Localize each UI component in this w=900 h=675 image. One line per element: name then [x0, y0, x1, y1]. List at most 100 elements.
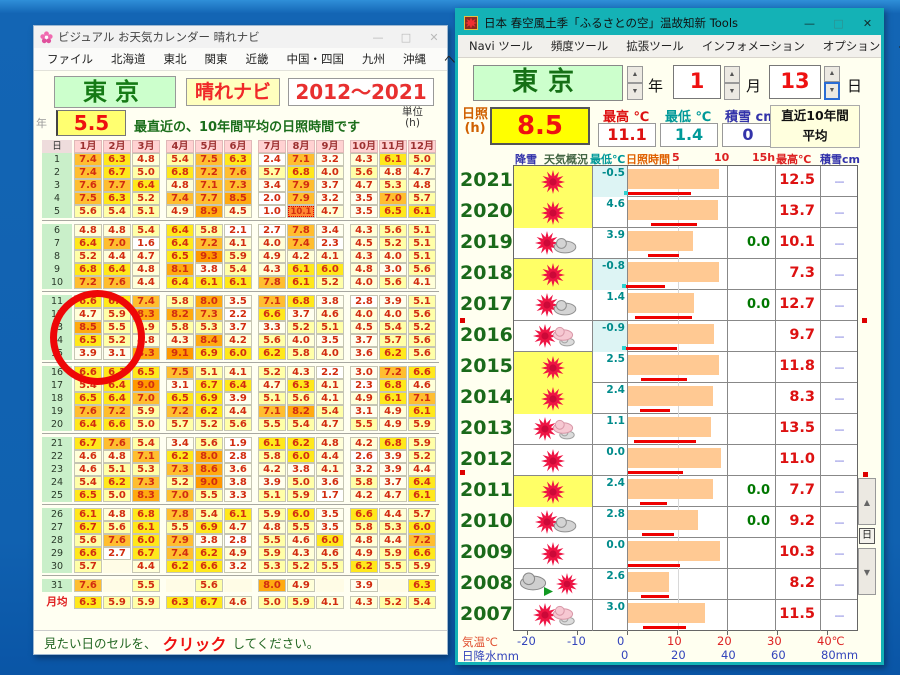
calendar-cell[interactable]: 6.1: [408, 489, 436, 502]
calendar-cell[interactable]: 7.8: [258, 276, 286, 289]
calendar-cell[interactable]: 6.0: [224, 347, 252, 360]
calendar-cell[interactable]: [316, 579, 344, 592]
calendar-cell[interactable]: 7.2: [408, 534, 436, 547]
calendar-cell[interactable]: 4.7: [379, 489, 407, 502]
calendar-cell[interactable]: 8.4: [195, 334, 223, 347]
calendar-cell[interactable]: 5.8: [195, 224, 223, 237]
calendar-cell[interactable]: 6.9: [195, 347, 223, 360]
close-icon[interactable]: ✕: [427, 31, 441, 44]
calendar-cell[interactable]: 7.5: [166, 366, 194, 379]
calendar-cell[interactable]: 6.8: [74, 263, 102, 276]
calendar-cell[interactable]: 7.6: [103, 276, 131, 289]
calendar-cell[interactable]: 5.5: [166, 521, 194, 534]
calendar-cell[interactable]: 4.3: [350, 596, 378, 609]
calendar-cell[interactable]: 4.0: [287, 334, 315, 347]
month-value-box[interactable]: 1: [673, 65, 721, 99]
calendar-cell[interactable]: 8.6: [195, 463, 223, 476]
calendar-cell[interactable]: 5.8: [350, 521, 378, 534]
calendar-cell[interactable]: 3.9: [258, 476, 286, 489]
minimize-icon[interactable]: —: [371, 31, 385, 44]
calendar-cell[interactable]: 4.3: [287, 547, 315, 560]
calendar-cell[interactable]: 5.7: [74, 560, 102, 573]
calendar-cell[interactable]: 6.6: [408, 547, 436, 560]
calendar-cell[interactable]: 7.9: [287, 179, 315, 192]
calendar-cell[interactable]: 5.9: [258, 508, 286, 521]
calendar-cell[interactable]: 5.2: [316, 276, 344, 289]
calendar-cell[interactable]: 6.8: [379, 379, 407, 392]
calendar-cell[interactable]: 4.2: [287, 250, 315, 263]
calendar-cell[interactable]: 6.3: [224, 153, 252, 166]
menu-item-1[interactable]: 北海道: [102, 49, 155, 69]
calendar-cell[interactable]: 6.5: [379, 205, 407, 218]
calendar-cell[interactable]: 4.8: [316, 437, 344, 450]
calendar-cell[interactable]: 4.5: [350, 237, 378, 250]
calendar-cell[interactable]: 6.7: [195, 379, 223, 392]
calendar-cell[interactable]: 7.1: [258, 405, 286, 418]
maximize-icon[interactable]: □: [831, 17, 846, 30]
calendar-cell[interactable]: 8.9: [195, 205, 223, 218]
calendar-cell[interactable]: 7.2: [195, 237, 223, 250]
calendar-cell[interactable]: 5.1: [408, 237, 436, 250]
calendar-cell[interactable]: 3.3: [224, 489, 252, 502]
calendar-cell[interactable]: 2.8: [224, 450, 252, 463]
calendar-cell[interactable]: 5.5: [379, 560, 407, 573]
calendar-cell[interactable]: 5.6: [258, 334, 286, 347]
calendar-cell[interactable]: 4.6: [316, 547, 344, 560]
calendar-cell[interactable]: 5.3: [379, 521, 407, 534]
calendar-cell[interactable]: [103, 579, 131, 592]
calendar-cell[interactable]: 6.1: [258, 437, 286, 450]
calendar-cell[interactable]: 5.3: [379, 179, 407, 192]
calendar-cell[interactable]: 5.9: [287, 489, 315, 502]
calendar-cell[interactable]: 3.4: [258, 179, 286, 192]
calendar-cell[interactable]: 5.9: [287, 596, 315, 609]
calendar-cell[interactable]: 5.6: [408, 308, 436, 321]
menu-item-3[interactable]: 関東: [196, 49, 237, 69]
calendar-cell[interactable]: 5.2: [258, 366, 286, 379]
calendar-cell[interactable]: 6.6: [258, 308, 286, 321]
calendar-cell[interactable]: 5.3: [258, 560, 286, 573]
calendar-cell[interactable]: 7.3: [132, 476, 160, 489]
calendar-cell[interactable]: 5.8: [287, 347, 315, 360]
calendar-cell[interactable]: 4.6: [74, 463, 102, 476]
calendar-cell[interactable]: 4.3: [350, 250, 378, 263]
calendar-cell[interactable]: 6.1: [224, 276, 252, 289]
calendar-cell[interactable]: 7.8: [166, 508, 194, 521]
calendar-cell[interactable]: 6.2: [379, 347, 407, 360]
calendar-cell[interactable]: 6.1: [74, 508, 102, 521]
menu-item-2[interactable]: 東北: [155, 49, 196, 69]
calendar-cell[interactable]: 6.9: [195, 392, 223, 405]
calendar-cell[interactable]: 1.6: [132, 237, 160, 250]
calendar-cell[interactable]: 6.4: [103, 392, 131, 405]
calendar-cell[interactable]: 4.4: [408, 463, 436, 476]
calendar-cell[interactable]: 7.0: [166, 489, 194, 502]
calendar-cell[interactable]: 6.1: [287, 276, 315, 289]
calendar-cell[interactable]: 5.5: [258, 534, 286, 547]
calendar-cell[interactable]: 7.5: [74, 192, 102, 205]
calendar-cell[interactable]: 6.6: [350, 508, 378, 521]
menu-item-1[interactable]: 頻度ツール: [542, 36, 618, 56]
calendar-cell[interactable]: 3.6: [224, 463, 252, 476]
calendar-cell[interactable]: 5.8: [350, 476, 378, 489]
calendar-cell[interactable]: 6.2: [287, 437, 315, 450]
calendar-cell[interactable]: 3.8: [224, 476, 252, 489]
calendar-cell[interactable]: 5.9: [224, 250, 252, 263]
month-up-button[interactable]: ▲: [724, 66, 740, 83]
calendar-cell[interactable]: 6.2: [258, 347, 286, 360]
calendar-cell[interactable]: 6.3: [166, 596, 194, 609]
calendar-cell[interactable]: 6.2: [195, 405, 223, 418]
calendar-cell[interactable]: 6.4: [166, 224, 194, 237]
calendar-cell[interactable]: 4.6: [316, 308, 344, 321]
calendar-cell[interactable]: 2.3: [350, 379, 378, 392]
calendar-cell[interactable]: 6.3: [408, 579, 436, 592]
calendar-cell[interactable]: 4.0: [379, 308, 407, 321]
menu-item-3[interactable]: インフォメーション: [693, 36, 814, 56]
calendar-cell[interactable]: [224, 579, 252, 592]
calendar-cell[interactable]: 5.9: [379, 547, 407, 560]
calendar-cell[interactable]: 6.7: [74, 437, 102, 450]
calendar-cell[interactable]: 4.7: [316, 418, 344, 431]
calendar-cell[interactable]: 8.3: [132, 489, 160, 502]
calendar-cell[interactable]: 8.0: [195, 450, 223, 463]
calendar-cell[interactable]: 3.7: [379, 476, 407, 489]
calendar-cell[interactable]: 3.9: [379, 450, 407, 463]
calendar-cell[interactable]: 3.2: [316, 192, 344, 205]
